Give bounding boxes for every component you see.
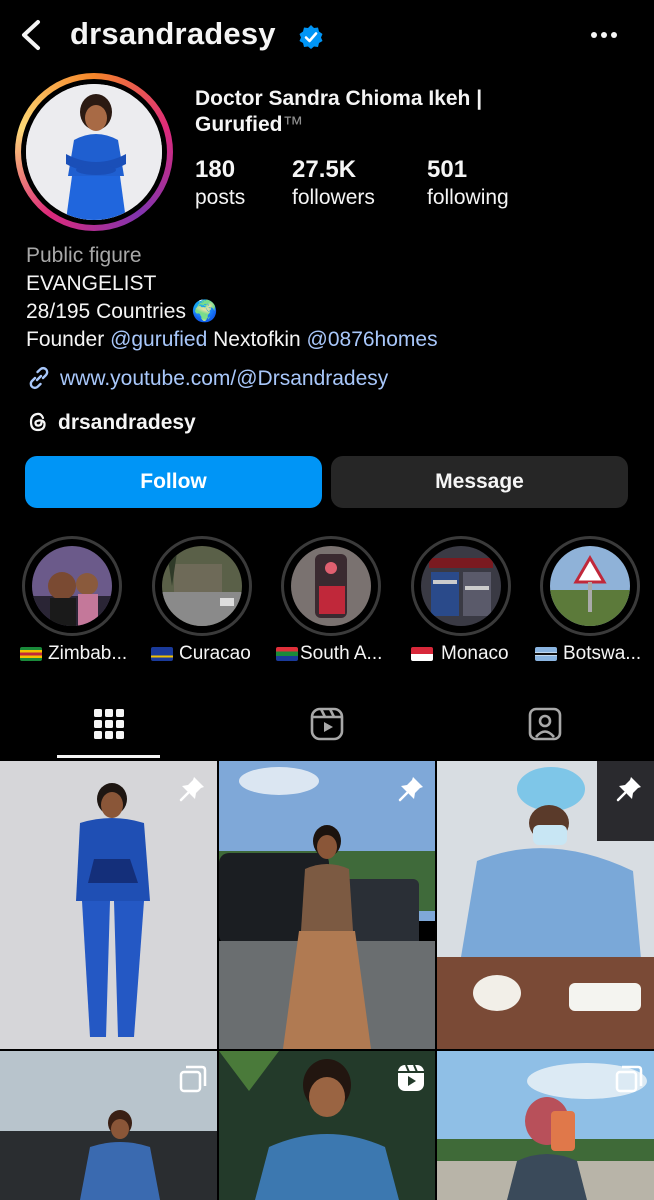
tagged-user-icon[interactable] <box>527 706 563 742</box>
posts-count: 180 <box>195 156 236 183</box>
bio-line-2: 28/195 Countries 🌍 <box>26 300 218 323</box>
post-tile[interactable] <box>219 761 435 1049</box>
carousel-icon <box>179 1065 207 1093</box>
followers-label: followers <box>292 186 375 209</box>
full-name-line2: Gurufied <box>195 113 283 136</box>
south-africa-flag-icon <box>276 646 298 661</box>
profile-full-name: Doctor Sandra Chioma Ikeh | Gurufied™ <box>195 86 635 138</box>
highlight-botswana[interactable] <box>540 536 640 636</box>
highlight-south-africa[interactable] <box>281 536 381 636</box>
curacao-flag-icon <box>151 646 173 661</box>
highlight-label-curacao: Curacao <box>151 643 251 665</box>
highlight-label-zimbabwe: Zimbab... <box>20 643 127 665</box>
highlight-curacao[interactable] <box>152 536 252 636</box>
following-count: 501 <box>427 156 468 183</box>
verified-badge-icon <box>299 25 323 49</box>
bio-line-3: Founder @gurufied Nextofkin @0876homes <box>26 326 438 354</box>
carousel-icon <box>615 1065 643 1093</box>
mention-0876homes[interactable]: @0876homes <box>307 328 438 351</box>
botswana-flag-icon <box>535 646 557 661</box>
post-tile[interactable] <box>437 761 654 1049</box>
external-link[interactable]: www.youtube.com/@Drsandradesy <box>26 365 388 391</box>
mention-gurufied[interactable]: @gurufied <box>110 328 207 351</box>
bio-founder-text: Founder <box>26 328 105 351</box>
threads-icon <box>29 412 46 432</box>
follow-button[interactable]: Follow <box>25 456 322 508</box>
external-link-text: www.youtube.com/@Drsandradesy <box>60 367 389 390</box>
pin-icon <box>398 777 423 802</box>
reels-icon <box>398 1064 424 1091</box>
following-label: following <box>427 186 509 209</box>
bio-line-1: EVANGELIST <box>26 272 157 295</box>
active-tab-indicator <box>57 755 160 758</box>
grid-icon[interactable] <box>91 706 127 742</box>
highlight-label-monaco: Monaco <box>411 643 509 665</box>
highlight-zimbabwe[interactable] <box>22 536 122 636</box>
highlight-label-botswana: Botswa... <box>535 643 641 665</box>
followers-stat[interactable]: 27.5K followers <box>292 156 375 212</box>
highlight-monaco[interactable] <box>411 536 511 636</box>
back-chevron-icon[interactable] <box>16 18 50 52</box>
threads-badge[interactable]: drsandradesy <box>26 410 196 435</box>
followers-count: 27.5K <box>292 156 357 183</box>
monaco-flag-icon <box>411 646 433 661</box>
posts-stat[interactable]: 180 posts <box>195 156 245 212</box>
more-options-icon[interactable] <box>584 24 624 46</box>
highlight-label-south-africa: South A... <box>276 643 382 665</box>
post-tile[interactable] <box>0 761 217 1049</box>
reels-icon[interactable] <box>309 706 345 742</box>
pin-icon <box>616 777 641 802</box>
bio-nextofkin-text: Nextofkin <box>213 328 301 351</box>
trademark-symbol: ™ <box>282 113 304 136</box>
threads-handle: drsandradesy <box>58 411 196 434</box>
following-stat[interactable]: 501 following <box>427 156 509 212</box>
pin-icon <box>179 777 204 802</box>
profile-avatar[interactable] <box>26 84 162 220</box>
posts-label: posts <box>195 186 246 209</box>
profile-username: drsandradesy <box>70 16 276 51</box>
full-name-line1: Doctor Sandra Chioma Ikeh | <box>195 87 483 110</box>
zimbabwe-flag-icon <box>20 646 42 661</box>
message-button[interactable]: Message <box>331 456 628 508</box>
profile-category: Public figure <box>26 244 142 267</box>
link-icon <box>29 366 49 390</box>
